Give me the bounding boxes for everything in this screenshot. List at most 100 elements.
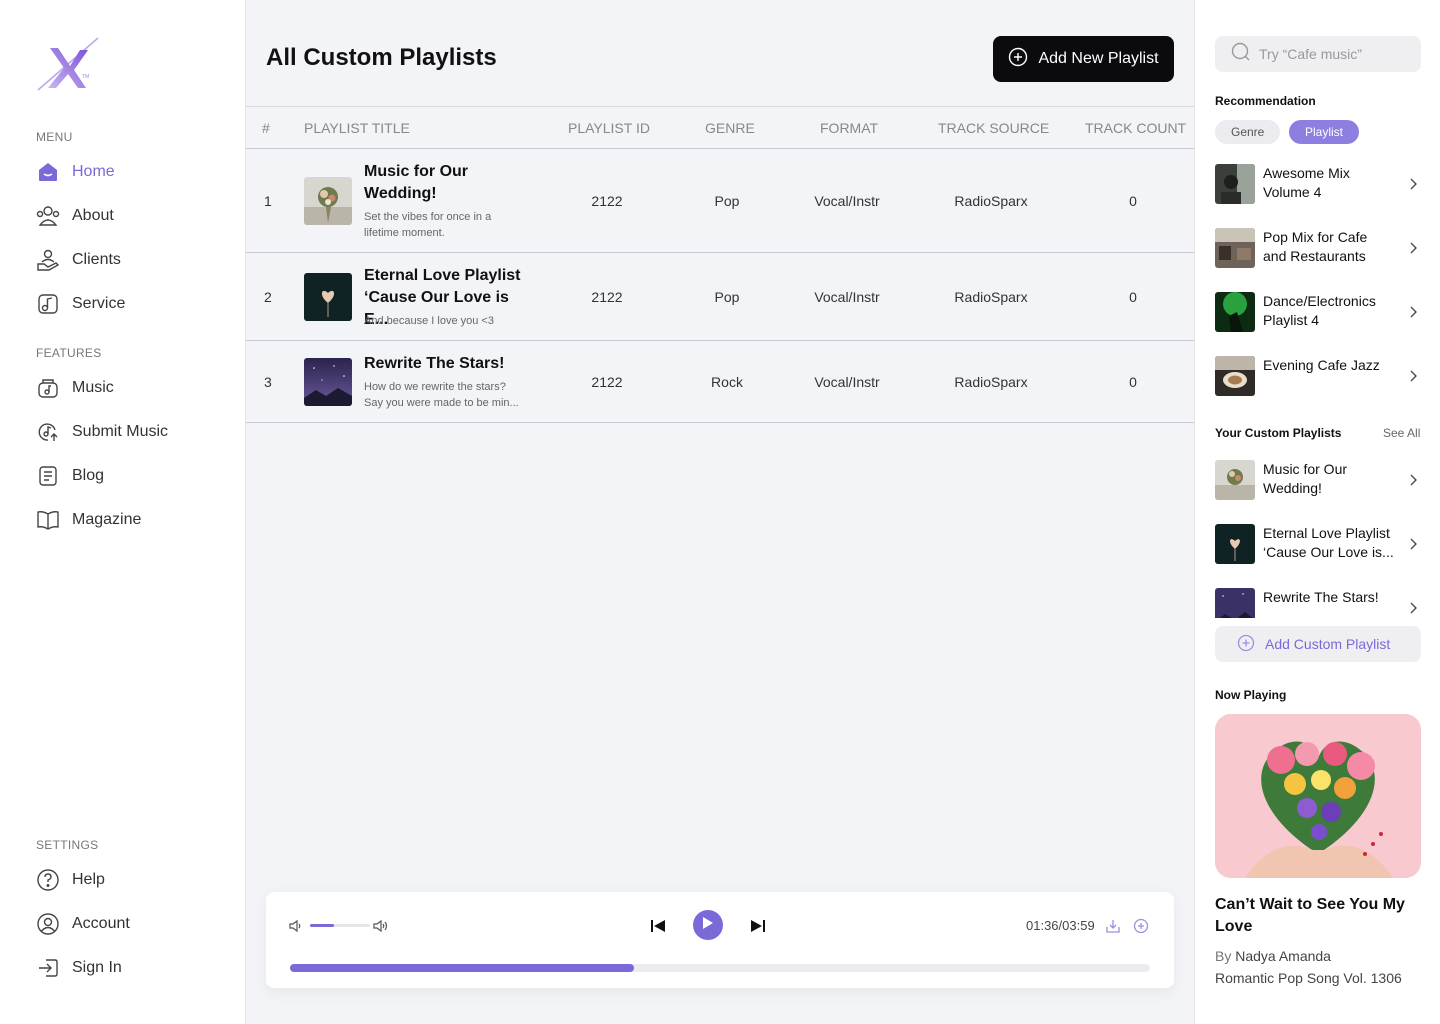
- custom-playlist-title: Eternal Love Playlist ‘Cause Our Love is.…: [1263, 525, 1394, 560]
- column-header-count[interactable]: TRACK COUNT: [1085, 120, 1186, 136]
- recommendation-cover: [1215, 356, 1255, 396]
- table-header: # PLAYLIST TITLE PLAYLIST ID GENRE FORMA…: [246, 106, 1194, 149]
- account-icon: [36, 912, 60, 936]
- download-icon[interactable]: [1105, 918, 1121, 939]
- recommendation-item[interactable]: Pop Mix for Cafe and Restaurants: [1215, 228, 1421, 268]
- nav-label: Music: [72, 379, 114, 396]
- chip-playlist[interactable]: Playlist: [1289, 120, 1360, 144]
- now-playing-heading: Now Playing: [1215, 688, 1287, 702]
- search-icon: [1231, 42, 1251, 67]
- table-row[interactable]: 3 Rewrite The Stars! How do we rewrite t…: [246, 341, 1194, 423]
- playlist-format: Vocal/Instr: [814, 289, 880, 305]
- search-input[interactable]: [1259, 46, 1409, 62]
- next-track-icon[interactable]: [750, 918, 766, 939]
- music-player: 01:36/03:59: [266, 892, 1174, 988]
- playlist-description: How do we rewrite the stars? Say you wer…: [364, 381, 519, 409]
- track-progress-bar[interactable]: [290, 964, 1150, 972]
- table-row[interactable]: 1 Music for Our Wedding! Set the vibes f…: [246, 149, 1194, 253]
- add-new-playlist-button[interactable]: Add New Playlist: [993, 36, 1174, 82]
- play-button[interactable]: [693, 910, 723, 940]
- recommendation-heading: Recommendation: [1215, 94, 1316, 108]
- nav-item-blog[interactable]: Blog: [36, 462, 104, 490]
- nav-item-magazine[interactable]: Magazine: [36, 506, 141, 534]
- nav-item-sign-in[interactable]: Sign In: [36, 954, 122, 982]
- column-header-number: #: [262, 120, 270, 136]
- add-to-playlist-icon[interactable]: [1133, 918, 1149, 939]
- home-icon: [36, 160, 60, 184]
- nav-item-account[interactable]: Account: [36, 910, 130, 938]
- plus-circle-icon: [1237, 634, 1255, 655]
- features-section-label: FEATURES: [36, 346, 102, 360]
- volume-slider-fill: [310, 924, 334, 927]
- nav-item-home[interactable]: Home: [36, 158, 115, 186]
- nav-label: Service: [72, 295, 126, 312]
- search-bar[interactable]: [1215, 36, 1421, 72]
- recommendation-title: Dance/Electronics Playlist 4: [1263, 293, 1376, 328]
- playlist-title[interactable]: Rewrite The Stars!: [364, 353, 534, 375]
- add-custom-playlist-label: Add Custom Playlist: [1265, 636, 1391, 652]
- custom-playlist-item[interactable]: Music for Our Wedding!: [1215, 460, 1421, 500]
- chip-genre[interactable]: Genre: [1215, 120, 1281, 144]
- nav-item-about[interactable]: About: [36, 202, 114, 230]
- recommendation-cover: [1215, 228, 1255, 268]
- recommendation-title: Evening Cafe Jazz: [1263, 357, 1380, 373]
- recommendation-cover: [1215, 164, 1255, 204]
- brand-logo[interactable]: TM: [36, 36, 100, 92]
- nav-item-submit-music[interactable]: Submit Music: [36, 418, 168, 446]
- recommendation-cover: [1215, 292, 1255, 332]
- chevron-right-icon: [1407, 368, 1419, 384]
- playlist-source: RadioSparx: [954, 374, 1028, 390]
- plus-circle-icon: [1008, 47, 1028, 72]
- menu-section-label: MENU: [36, 130, 73, 144]
- column-header-title[interactable]: PLAYLIST TITLE: [304, 120, 410, 136]
- column-header-id[interactable]: PLAYLIST ID: [568, 120, 650, 136]
- recommendation-title: Pop Mix for Cafe and Restaurants: [1263, 229, 1368, 264]
- playlist-cover-wedding: [304, 177, 352, 225]
- playlist-id: 2122: [591, 374, 623, 390]
- column-header-genre[interactable]: GENRE: [705, 120, 755, 136]
- see-all-link[interactable]: See All: [1383, 426, 1420, 440]
- volume-up-icon[interactable]: [372, 918, 390, 939]
- playlist-genre: Rock: [711, 374, 743, 390]
- book-icon: [36, 508, 60, 532]
- column-header-format[interactable]: FORMAT: [820, 120, 878, 136]
- table-row[interactable]: 2 Eternal Love Playlist ‘Cause Our Love …: [246, 253, 1194, 341]
- nav-label: Magazine: [72, 511, 142, 528]
- nav-label: Blog: [72, 467, 105, 484]
- column-header-source[interactable]: TRACK SOURCE: [938, 120, 1049, 136]
- add-custom-playlist-button[interactable]: Add Custom Playlist: [1215, 626, 1421, 662]
- volume-down-icon[interactable]: [288, 918, 304, 939]
- nav-label: Sign In: [72, 959, 122, 976]
- track-progress-fill: [290, 964, 634, 972]
- previous-track-icon[interactable]: [650, 918, 666, 939]
- service-icon: [36, 292, 60, 316]
- custom-playlist-item[interactable]: Eternal Love Playlist ‘Cause Our Love is.…: [1215, 524, 1421, 564]
- playlist-source: RadioSparx: [954, 193, 1028, 209]
- main-content: All Custom Playlists Add New Playlist # …: [246, 0, 1194, 1024]
- playlist-genre: Pop: [714, 193, 740, 209]
- playlist-description: And because I love you <3: [364, 315, 494, 327]
- now-playing-artwork[interactable]: [1215, 714, 1421, 878]
- playlist-title[interactable]: Music for Our Wedding!: [364, 161, 534, 205]
- recommendation-item[interactable]: Awesome Mix Volume 4: [1215, 164, 1421, 204]
- nav-item-clients[interactable]: Clients: [36, 246, 121, 274]
- custom-playlist-item[interactable]: Rewrite The Stars!: [1215, 588, 1421, 618]
- volume-slider[interactable]: [310, 924, 370, 927]
- playlist-description: Set the vibes for once in a lifetime mom…: [364, 211, 492, 239]
- submit-music-icon: [36, 420, 60, 444]
- nav-item-service[interactable]: Service: [36, 290, 125, 318]
- right-panel: Recommendation Genre Playlist Awesome Mi…: [1194, 0, 1440, 1024]
- svg-text:TM: TM: [82, 74, 89, 80]
- recommendation-item[interactable]: Evening Cafe Jazz: [1215, 356, 1421, 396]
- playlist-genre: Pop: [714, 289, 740, 305]
- custom-playlist-cover: [1215, 588, 1255, 618]
- nav-item-help[interactable]: Help: [36, 866, 105, 894]
- chevron-right-icon: [1407, 304, 1419, 320]
- nav-item-music[interactable]: Music: [36, 374, 114, 402]
- chevron-right-icon: [1407, 240, 1419, 256]
- chevron-right-icon: [1407, 472, 1419, 488]
- nav-label: Account: [72, 915, 130, 932]
- playlist-track-count: 0: [1129, 289, 1137, 305]
- chevron-right-icon: [1407, 600, 1419, 616]
- recommendation-item[interactable]: Dance/Electronics Playlist 4: [1215, 292, 1421, 332]
